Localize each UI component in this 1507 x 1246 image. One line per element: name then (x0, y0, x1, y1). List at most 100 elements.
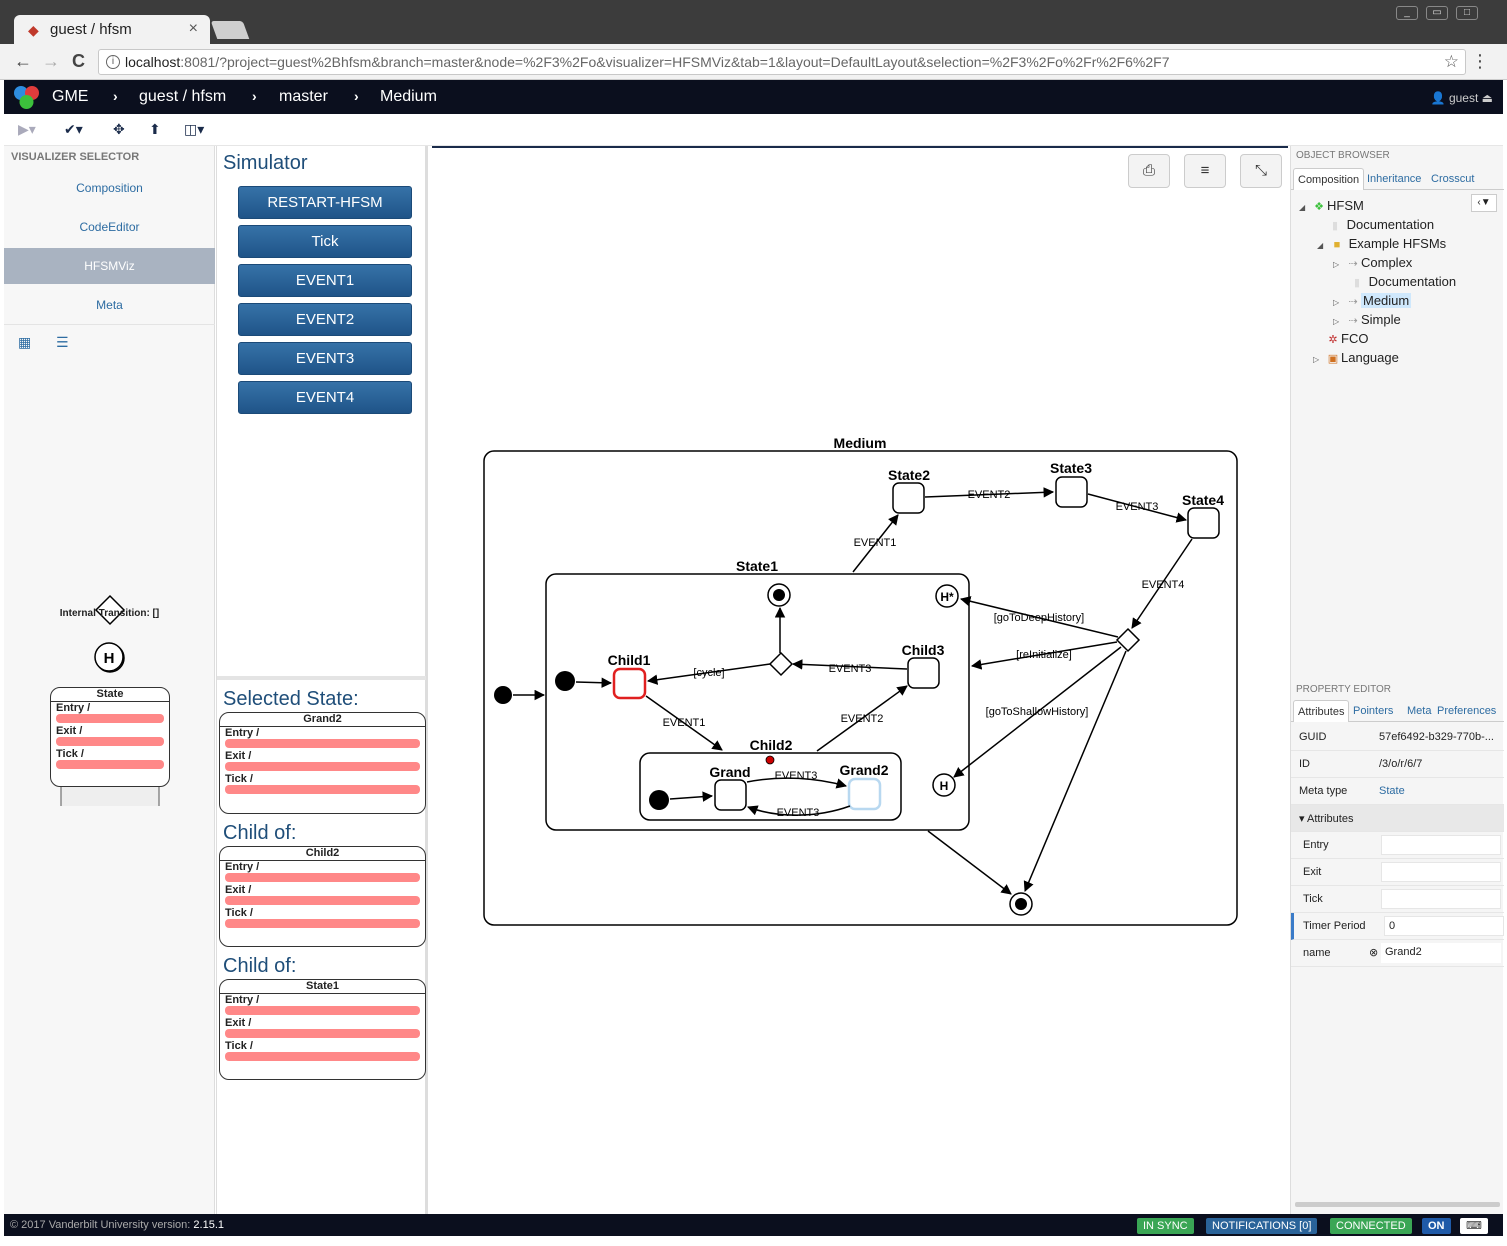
state3-node[interactable] (1055, 476, 1088, 508)
prop-key: Entry (1303, 839, 1329, 851)
breadcrumb-node[interactable]: Medium (380, 88, 437, 106)
exit-input[interactable] (1381, 862, 1501, 882)
visualizer-composition[interactable]: Composition (4, 170, 215, 206)
tree-node-simple[interactable]: ▷ ⇢ Simple (1333, 310, 1401, 329)
event1-button[interactable]: EVENT1 (238, 264, 412, 297)
upload-icon[interactable]: ⬆ (149, 121, 161, 138)
event3-button[interactable]: EVENT3 (238, 342, 412, 375)
child2-label: Child2 (750, 737, 793, 753)
collapse-icon[interactable]: ◢ (1299, 198, 1311, 217)
filter-button[interactable]: ‹▼ (1471, 194, 1497, 212)
meta-type-link[interactable]: State (1379, 785, 1501, 797)
expand-icon[interactable]: ▷ (1333, 255, 1345, 274)
window-minimize-button[interactable]: _ (1396, 6, 1418, 20)
tab-pointers[interactable]: Pointers (1349, 700, 1397, 722)
attributes-group-header[interactable]: ▾ Attributes (1291, 805, 1504, 832)
grandparent-state-card[interactable]: State1 Entry / Exit / Tick / (219, 979, 426, 1080)
connected-badge[interactable]: CONNECTED (1330, 1218, 1412, 1234)
attributes-group-label: ▾ Attributes (1299, 812, 1353, 825)
user-menu[interactable]: 👤 guest ⏏ (1431, 91, 1493, 105)
play-dropdown-icon[interactable]: ▶▾ (18, 121, 36, 138)
reset-icon[interactable]: ⊗ (1369, 946, 1378, 959)
browser-menu-icon[interactable]: ⋮ (1471, 51, 1489, 72)
hfsm-canvas[interactable]: ⎙ ≡ ⤡ Medium State1 Child2 Child1 Child3… (432, 146, 1288, 1214)
grand-node[interactable] (714, 779, 747, 811)
state1-initial-node[interactable] (555, 671, 575, 691)
tree-node-example-hfsms[interactable]: ◢ ■ Example HFSMs (1317, 234, 1446, 253)
bookmark-star-icon[interactable]: ☆ (1444, 52, 1459, 72)
restart-hfsm-button[interactable]: RESTART-HFSM (238, 186, 412, 219)
notifications-badge[interactable]: NOTIFICATIONS [0] (1206, 1218, 1318, 1234)
gme-logo-icon[interactable] (12, 84, 40, 110)
child3-node[interactable] (907, 657, 940, 689)
keyboard-icon[interactable]: ⌨ (1460, 1218, 1488, 1234)
tree-node-fco[interactable]: ✲ FCO (1325, 329, 1368, 348)
tab-meta[interactable]: Meta (1403, 700, 1435, 722)
tab-inheritance[interactable]: Inheritance (1363, 168, 1425, 190)
horizontal-scrollbar[interactable] (1295, 1202, 1500, 1207)
grand2-node[interactable] (847, 777, 882, 811)
new-tab-button[interactable] (210, 21, 250, 39)
prop-key: Exit (1303, 866, 1322, 878)
timer-period-input[interactable]: 0 (1384, 916, 1504, 936)
list-view-icon[interactable]: ☰ (56, 334, 69, 351)
move-icon[interactable]: ✥ (113, 121, 125, 138)
window-maximize-button[interactable]: □ (1456, 6, 1478, 20)
palette-state-item[interactable]: State Entry / Exit / Tick / (50, 687, 170, 787)
child2-initial-node[interactable] (649, 790, 669, 810)
tree-node-hfsm[interactable]: ◢ ❖ HFSM (1299, 196, 1364, 215)
state-card-title: Grand2 (220, 713, 425, 727)
tab-composition[interactable]: Composition (1293, 168, 1365, 190)
state2-node[interactable] (892, 482, 925, 514)
selected-state-card[interactable]: Grand2 Entry / Exit / Tick / (219, 712, 426, 814)
tree-node-language[interactable]: ▷ ▣ Language (1313, 348, 1399, 367)
tab-attributes[interactable]: Attributes (1293, 700, 1350, 722)
reload-icon[interactable]: C (72, 51, 85, 72)
tick-label: Tick / (225, 773, 253, 785)
in-sync-badge[interactable]: IN SYNC (1137, 1218, 1194, 1234)
panel-splitter[interactable] (217, 676, 426, 680)
tab-preferences[interactable]: Preferences (1433, 700, 1500, 722)
expand-icon[interactable]: ▷ (1313, 350, 1325, 369)
url-field[interactable]: i localhost:8081/?project=guest%2Bhfsm&b… (98, 49, 1466, 75)
user-name: guest (1448, 91, 1479, 105)
on-toggle[interactable]: ON (1422, 1218, 1451, 1234)
parent-state-card[interactable]: Child2 Entry / Exit / Tick / (219, 846, 426, 947)
back-icon[interactable]: ← (14, 51, 32, 72)
entry-input[interactable] (1381, 835, 1501, 855)
state3-state4-label: EVENT3 (1116, 501, 1159, 513)
forward-icon[interactable]: → (42, 51, 60, 72)
grid-view-icon[interactable]: ▦ (18, 334, 31, 351)
tab-close-icon[interactable]: × (189, 20, 198, 38)
tick-input[interactable] (1381, 889, 1501, 909)
tree-node-medium[interactable]: ▷ ⇢ Medium (1333, 291, 1412, 310)
tree-node-complex[interactable]: ▷ ⇢ Complex (1333, 253, 1412, 272)
tree-node-documentation[interactable]: ▮ Documentation (1327, 215, 1434, 234)
state1-initial-transition[interactable] (575, 677, 613, 688)
state4-node[interactable] (1187, 507, 1220, 539)
check-dropdown-icon[interactable]: ✔▾ (64, 121, 83, 138)
breadcrumb-project[interactable]: guest / hfsm (139, 88, 226, 106)
collapse-icon[interactable]: ◢ (1317, 236, 1329, 255)
layout-dropdown-icon[interactable]: ◫▾ (184, 121, 204, 138)
name-input[interactable]: Grand2 (1381, 943, 1501, 963)
event4-button[interactable]: EVENT4 (238, 381, 412, 414)
app-name[interactable]: GME (52, 88, 88, 106)
visualizer-hfsmviz[interactable]: HFSMViz (4, 248, 215, 284)
medium-initial-node[interactable] (494, 686, 512, 704)
site-info-icon[interactable]: i (106, 55, 120, 69)
eject-icon: ⏏ (1481, 91, 1493, 105)
tree-node-documentation[interactable]: ▮ Documentation (1349, 272, 1456, 291)
visualizer-meta[interactable]: Meta (4, 287, 215, 323)
child2-history-marker (765, 755, 775, 765)
visualizer-codeeditor[interactable]: CodeEditor (4, 209, 215, 245)
prop-key: Timer Period (1303, 920, 1366, 932)
breadcrumb-branch[interactable]: master (279, 88, 328, 106)
tab-crosscut[interactable]: Crosscut (1427, 168, 1478, 190)
window-restore-button[interactable]: ▭ (1426, 6, 1448, 20)
child1-node[interactable] (612, 667, 647, 700)
tick-button[interactable]: Tick (238, 225, 412, 258)
event2-button[interactable]: EVENT2 (238, 303, 412, 336)
browser-tab[interactable]: ◆ guest / hfsm × (14, 15, 210, 44)
palette-shallow-history-item[interactable]: H (92, 640, 126, 674)
